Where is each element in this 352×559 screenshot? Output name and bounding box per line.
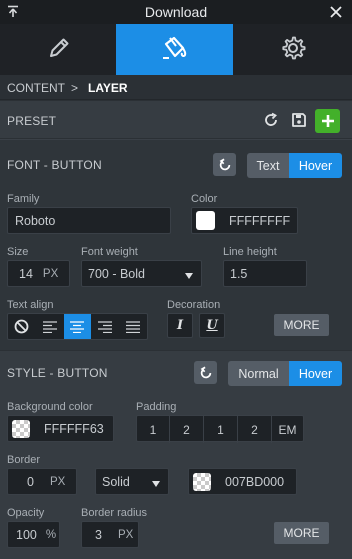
pencil-icon bbox=[46, 35, 72, 64]
reset-icon bbox=[219, 158, 230, 170]
opacity-input[interactable]: 100 % bbox=[7, 521, 60, 548]
font-weight-label: Font weight bbox=[81, 246, 138, 258]
size-input[interactable]: 14 PX bbox=[7, 260, 70, 287]
font-section-label: FONT - BUTTON bbox=[7, 158, 102, 172]
border-radius-input[interactable]: 3 PX bbox=[81, 521, 139, 548]
close-icon[interactable] bbox=[330, 6, 342, 18]
border-radius-unit: PX bbox=[117, 528, 134, 541]
size-value: 14 bbox=[19, 266, 33, 281]
transparent-swatch[interactable] bbox=[12, 419, 30, 438]
align-center-icon[interactable] bbox=[63, 314, 92, 339]
background-color-input[interactable]: FFFFFF63 bbox=[7, 415, 114, 442]
breadcrumb: CONTENT > LAYER bbox=[0, 75, 352, 100]
border-radius-value: 3 bbox=[95, 527, 102, 542]
font-weight-value: 700 - Bold bbox=[88, 266, 145, 281]
save-icon[interactable] bbox=[291, 112, 307, 131]
window-title: Download bbox=[144, 4, 208, 20]
style-section-header: STYLE - BUTTON Normal Hover bbox=[0, 351, 352, 391]
italic-icon[interactable]: I bbox=[167, 313, 193, 338]
border-color-input[interactable]: 007BD000 bbox=[188, 468, 297, 495]
padding-left[interactable]: 2 bbox=[238, 416, 272, 443]
text-align-label: Text align bbox=[7, 299, 54, 311]
background-color-value: FFFFFF63 bbox=[44, 421, 104, 436]
paint-bucket-icon bbox=[160, 34, 190, 65]
font-reset-button[interactable] bbox=[213, 153, 236, 176]
breadcrumb-layer: LAYER bbox=[88, 81, 128, 95]
decoration-group: I U bbox=[167, 313, 229, 340]
transparent-swatch[interactable] bbox=[193, 472, 211, 491]
opacity-label: Opacity bbox=[7, 507, 45, 519]
font-weight-select[interactable]: 700 - Bold bbox=[81, 260, 202, 287]
padding-label: Padding bbox=[136, 401, 177, 413]
align-justify-icon[interactable] bbox=[119, 314, 147, 339]
font-text-toggle[interactable]: Text bbox=[247, 153, 289, 178]
line-height-input[interactable]: 1.5 bbox=[223, 260, 307, 287]
chevron-down-icon bbox=[152, 477, 160, 491]
border-label: Border bbox=[7, 454, 41, 466]
padding-right[interactable]: 2 bbox=[170, 416, 204, 443]
padding-bottom[interactable]: 1 bbox=[204, 416, 238, 443]
tab-bar bbox=[0, 24, 352, 75]
plus-icon bbox=[321, 115, 334, 127]
opacity-value: 100 bbox=[16, 527, 37, 542]
size-unit: PX bbox=[42, 267, 59, 280]
font-section-header: FONT - BUTTON Text Hover bbox=[0, 139, 352, 184]
padding-top[interactable]: 1 bbox=[137, 416, 170, 443]
underline-icon[interactable]: U bbox=[199, 313, 225, 338]
padding-input[interactable]: 1 2 1 2 EM bbox=[136, 415, 304, 443]
background-color-label: Background color bbox=[7, 401, 93, 413]
align-right-icon[interactable] bbox=[91, 314, 119, 339]
border-width-input[interactable]: 0 PX bbox=[7, 468, 77, 495]
style-more-button[interactable]: MORE bbox=[274, 522, 329, 544]
border-unit: PX bbox=[49, 475, 66, 488]
border-width-value: 0 bbox=[27, 474, 34, 489]
tab-edit[interactable] bbox=[0, 24, 117, 75]
color-label: Color bbox=[191, 193, 218, 205]
color-swatch[interactable] bbox=[196, 211, 215, 230]
style-normal-toggle[interactable]: Normal bbox=[228, 361, 289, 386]
preset-section: PRESET bbox=[0, 101, 352, 138]
align-left-icon[interactable] bbox=[36, 314, 64, 339]
padding-unit: EM bbox=[278, 422, 297, 437]
opacity-unit: % bbox=[45, 528, 57, 541]
family-label: Family bbox=[7, 193, 40, 205]
tab-style[interactable] bbox=[116, 24, 233, 75]
style-hover-toggle[interactable]: Hover bbox=[289, 361, 342, 386]
style-reset-button[interactable] bbox=[194, 361, 217, 384]
gear-icon bbox=[280, 35, 306, 64]
preset-label: PRESET bbox=[7, 114, 57, 128]
border-color-value: 007BD000 bbox=[225, 474, 285, 489]
style-section-label: STYLE - BUTTON bbox=[7, 366, 108, 380]
family-input[interactable]: Roboto bbox=[7, 207, 171, 234]
font-more-button[interactable]: MORE bbox=[274, 314, 329, 336]
chevron-down-icon bbox=[185, 269, 193, 283]
family-value: Roboto bbox=[15, 213, 56, 228]
text-align-group bbox=[7, 313, 148, 340]
add-preset-button[interactable] bbox=[315, 109, 340, 133]
breadcrumb-content[interactable]: CONTENT bbox=[7, 81, 65, 95]
align-none-icon[interactable] bbox=[8, 314, 36, 339]
font-state-toggle: Text Hover bbox=[247, 153, 342, 178]
border-style-select[interactable]: Solid bbox=[95, 468, 169, 495]
border-radius-label: Border radius bbox=[81, 507, 148, 519]
decoration-label: Decoration bbox=[167, 299, 221, 311]
refresh-icon[interactable] bbox=[263, 112, 279, 131]
tab-settings[interactable] bbox=[233, 24, 352, 75]
line-height-value: 1.5 bbox=[230, 266, 248, 281]
line-height-label: Line height bbox=[223, 246, 277, 258]
reset-icon bbox=[200, 366, 211, 378]
style-panel: Background color FFFFFF63 Padding 1 2 1 … bbox=[0, 391, 352, 559]
font-hover-toggle[interactable]: Hover bbox=[289, 153, 342, 178]
font-color-input[interactable]: FFFFFFFF bbox=[191, 207, 298, 234]
breadcrumb-separator: > bbox=[71, 81, 79, 95]
title-bar: Download bbox=[0, 0, 352, 24]
font-panel: Family Roboto Color FFFFFFFF Size 14 PX … bbox=[0, 184, 352, 350]
size-label: Size bbox=[7, 246, 29, 258]
border-style-value: Solid bbox=[102, 474, 130, 489]
style-state-toggle: Normal Hover bbox=[228, 361, 342, 386]
font-color-value: FFFFFFFF bbox=[229, 213, 291, 228]
